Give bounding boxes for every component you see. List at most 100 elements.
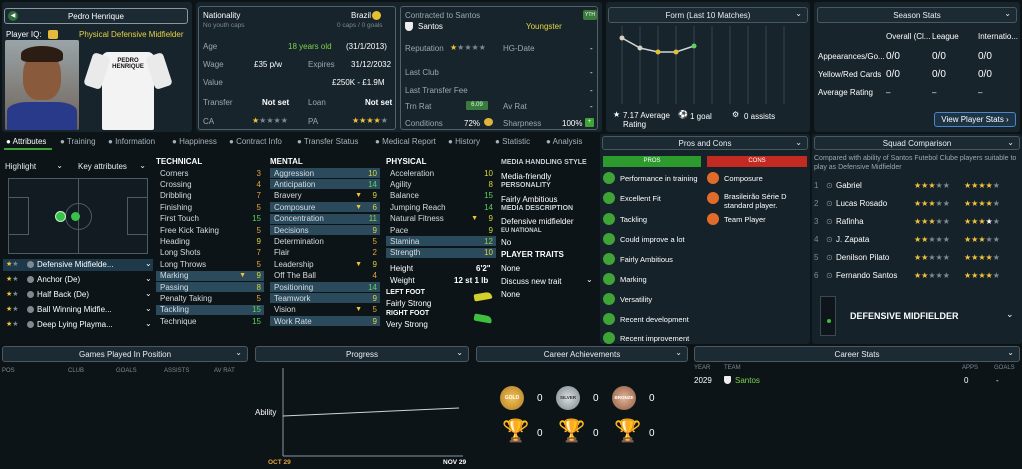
role-chevron-icon[interactable]: ⌄ bbox=[145, 289, 152, 298]
attr-teamwork[interactable]: Teamwork 9 bbox=[270, 293, 380, 304]
mental-header: MENTAL bbox=[270, 157, 303, 166]
attr-bravery[interactable]: Bravery ▼ 9 bbox=[270, 191, 380, 201]
squad-row[interactable]: 5 ⊙ Denilson Pilato ★★★★★ ★★★★★ bbox=[814, 250, 1020, 264]
attr-acceleration[interactable]: Acceleration 10 bbox=[386, 168, 496, 178]
club-name[interactable]: Santos bbox=[418, 22, 443, 31]
tab-statistic[interactable]: ● Statistic bbox=[495, 137, 530, 146]
tab-medical-report[interactable]: ● Medical Report bbox=[375, 137, 436, 146]
attr-marking[interactable]: Marking ▼ 9 bbox=[156, 270, 264, 281]
form-point[interactable] bbox=[655, 49, 661, 55]
role-chevron-icon[interactable]: ⌄ bbox=[145, 259, 152, 268]
attr-balance[interactable]: Balance 15 bbox=[386, 191, 496, 201]
career-stats-dropdown[interactable]: Career Stats ⌄ bbox=[694, 346, 1020, 362]
attr-pace[interactable]: Pace 9 bbox=[386, 225, 496, 235]
role-info-icon[interactable] bbox=[27, 261, 34, 268]
tab-transfer-status[interactable]: ● Transfer Status bbox=[297, 137, 358, 146]
attr-work-rate[interactable]: Work Rate 9 bbox=[270, 316, 380, 327]
role-info-icon[interactable] bbox=[27, 291, 34, 298]
attr-heading[interactable]: Heading 9 bbox=[156, 236, 264, 246]
attr-crossing[interactable]: Crossing 4 bbox=[156, 179, 264, 189]
attr-jumping-reach[interactable]: Jumping Reach 14 bbox=[386, 202, 496, 212]
attr-natural-fitness[interactable]: Natural Fitness ▼ 9 bbox=[386, 214, 496, 224]
role-row[interactable]: ★★ Deep Lying Playma... ⌄ bbox=[3, 319, 153, 331]
tab-label: Statistic bbox=[502, 137, 531, 146]
nationality[interactable]: Brazil bbox=[351, 11, 371, 20]
discuss-trait-link[interactable]: Discuss new trait bbox=[501, 277, 561, 286]
tab-analysis[interactable]: ● Analysis bbox=[546, 137, 582, 146]
attr-strength[interactable]: Strength 10 bbox=[386, 247, 496, 258]
tab-contract-info[interactable]: ● Contract Info bbox=[229, 137, 282, 146]
position-dot-cm[interactable] bbox=[71, 212, 80, 221]
form-assists: 0 assists bbox=[744, 112, 776, 121]
attr-decisions[interactable]: Decisions 9 bbox=[270, 225, 380, 235]
pros-cons-dropdown[interactable]: Pros and Cons ⌄ bbox=[602, 136, 808, 150]
attr-first-touch[interactable]: First Touch 15 bbox=[156, 214, 264, 224]
attr-composure[interactable]: Composure ▼ 6 bbox=[270, 202, 380, 213]
role-chevron-icon[interactable]: ⌄ bbox=[1006, 309, 1014, 320]
position-dot-dm[interactable] bbox=[55, 211, 66, 222]
form-point[interactable] bbox=[619, 35, 625, 41]
attr-off-the-ball[interactable]: Off The Ball 4 bbox=[270, 271, 380, 281]
achievements-dropdown[interactable]: Career Achievements ⌄ bbox=[476, 346, 688, 362]
role-info-icon[interactable] bbox=[27, 306, 34, 313]
role-chevron-icon[interactable]: ⌄ bbox=[145, 274, 152, 283]
player-name-box[interactable]: ◀ Pedro Henrique bbox=[4, 8, 188, 24]
attr-finishing[interactable]: Finishing 5 bbox=[156, 202, 264, 212]
attr-tackling[interactable]: Tackling 15 bbox=[156, 304, 264, 315]
career-team[interactable]: Santos bbox=[735, 376, 760, 385]
form-dropdown[interactable]: Form (Last 10 Matches) ⌄ bbox=[608, 7, 808, 23]
tab-history[interactable]: ● History bbox=[448, 137, 480, 146]
squad-row[interactable]: 6 ⊙ Fernando Santos ★★★★★ ★★★★★ bbox=[814, 268, 1020, 282]
games-dropdown[interactable]: Games Played In Position ⌄ bbox=[2, 346, 248, 362]
role-row[interactable]: ★★ Anchor (De) ⌄ bbox=[3, 274, 153, 286]
role-row[interactable]: ★★ Defensive Midfielde... ⌄ bbox=[3, 259, 153, 271]
squad-row[interactable]: 3 ⊙ Rafinha ★★★★★ ★★★★★ bbox=[814, 214, 1020, 228]
highlight-dropdown[interactable]: Highlight ⌄ bbox=[5, 160, 67, 173]
tab-happiness[interactable]: ● Happiness bbox=[172, 137, 217, 146]
tab-attributes[interactable]: ● Attributes bbox=[6, 137, 46, 146]
form-point[interactable] bbox=[691, 43, 697, 49]
attr-stamina[interactable]: Stamina 12 bbox=[386, 236, 496, 247]
attr-passing[interactable]: Passing 8 bbox=[156, 282, 264, 292]
squad-row[interactable]: 1 ⊙ Gabriel ★★★★★ ★★★★★ bbox=[814, 178, 1020, 192]
silver-count: 0 bbox=[593, 393, 599, 404]
attr-penalty-taking[interactable]: Penalty Taking 5 bbox=[156, 293, 264, 303]
bronze-medal-icon: BRONZE bbox=[612, 386, 636, 410]
squad-dropdown[interactable]: Squad Comparison ⌄ bbox=[814, 136, 1020, 150]
role-info-icon[interactable] bbox=[27, 321, 34, 328]
form-point[interactable] bbox=[673, 49, 679, 55]
attr-concentration[interactable]: Concentration 11 bbox=[270, 213, 380, 224]
squad-row[interactable]: 4 ⊙ J. Zapata ★★★★★ ★★★★★ bbox=[814, 232, 1020, 246]
attr-dribbling[interactable]: Dribbling 7 bbox=[156, 191, 264, 201]
progress-dropdown[interactable]: Progress ⌄ bbox=[255, 346, 469, 362]
form-point[interactable] bbox=[637, 45, 643, 51]
season-dropdown[interactable]: Season Stats ⌄ bbox=[817, 7, 1017, 23]
attr-anticipation[interactable]: Anticipation 14 bbox=[270, 179, 380, 190]
role-chevron-icon[interactable]: ⌄ bbox=[145, 319, 152, 328]
role-row[interactable]: ★★ Half Back (De) ⌄ bbox=[3, 289, 153, 301]
cons-header: CONS bbox=[707, 156, 807, 167]
attr-long-throws[interactable]: Long Throws 5 bbox=[156, 259, 264, 269]
attr-corners[interactable]: Corners 3 bbox=[156, 168, 264, 178]
role-chevron-icon[interactable]: ⌄ bbox=[145, 304, 152, 313]
view-player-stats-button[interactable]: View Player Stats › bbox=[934, 112, 1016, 127]
attr-leadership[interactable]: Leadership ▼ 9 bbox=[270, 259, 380, 269]
discuss-chevron-icon[interactable]: ⌄ bbox=[586, 275, 593, 284]
key-attributes-dropdown[interactable]: Key attributes ⌄ bbox=[78, 160, 150, 173]
tab-training[interactable]: ● Training bbox=[60, 137, 96, 146]
attr-aggression[interactable]: Aggression 10 bbox=[270, 168, 380, 178]
attr-name: Balance bbox=[390, 191, 419, 201]
attr-determination[interactable]: Determination 5 bbox=[270, 236, 380, 246]
attr-flair[interactable]: Flair 2 bbox=[270, 248, 380, 258]
tab-information[interactable]: ● Information bbox=[108, 137, 155, 146]
attr-long-shots[interactable]: Long Shots 7 bbox=[156, 248, 264, 258]
wage-label: Wage bbox=[203, 60, 224, 69]
attr-positioning[interactable]: Positioning 14 bbox=[270, 282, 380, 292]
role-row[interactable]: ★★ Ball Winning Midfie... ⌄ bbox=[3, 304, 153, 316]
role-info-icon[interactable] bbox=[27, 276, 34, 283]
attr-technique[interactable]: Technique 15 bbox=[156, 316, 264, 326]
attr-agility[interactable]: Agility 8 bbox=[386, 179, 496, 189]
attr-vision[interactable]: Vision ▼ 5 bbox=[270, 305, 380, 315]
squad-row[interactable]: 2 ⊙ Lucas Rosado ★★★★★ ★★★★★ bbox=[814, 196, 1020, 210]
attr-free-kick-taking[interactable]: Free Kick Taking 5 bbox=[156, 225, 264, 235]
